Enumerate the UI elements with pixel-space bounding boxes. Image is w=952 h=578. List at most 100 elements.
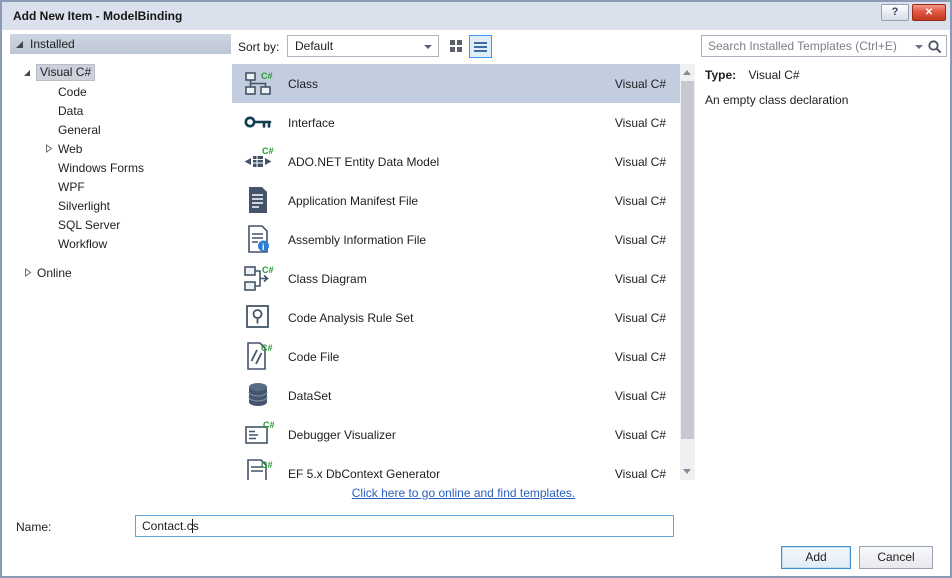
tree-node-label: Silverlight	[58, 199, 110, 213]
medium-icons-view-button[interactable]	[445, 35, 468, 58]
type-value: Visual C#	[748, 68, 799, 82]
tree-node-label: Visual C#	[36, 64, 95, 81]
chevron-down-icon[interactable]	[915, 45, 923, 49]
template-row-dbcontext-generator[interactable]: C# EF 5.x DbContext Generator Visual C#	[232, 454, 680, 480]
search-box	[701, 35, 947, 57]
sort-by-label: Sort by:	[238, 40, 279, 54]
interface-icon	[242, 106, 274, 138]
tree-node-online[interactable]: Online	[10, 263, 231, 282]
tree-node-label: Web	[58, 142, 82, 156]
svg-text:C#: C#	[262, 146, 274, 156]
template-name: Assembly Information File	[288, 233, 426, 247]
tree-node-label: Windows Forms	[58, 161, 144, 175]
dataset-icon	[242, 379, 274, 411]
template-language: Visual C#	[615, 350, 666, 364]
sort-by-value: Default	[295, 39, 333, 53]
name-label: Name:	[16, 520, 51, 534]
installed-label: Installed	[30, 37, 75, 51]
template-name: Class	[288, 77, 318, 91]
search-input[interactable]	[702, 36, 946, 56]
chevron-down-icon	[424, 45, 432, 49]
template-row-interface[interactable]: Interface Visual C#	[232, 103, 680, 142]
template-row-assembly-info[interactable]: i Assembly Information File Visual C#	[232, 220, 680, 259]
titlebar[interactable]: Add New Item - ModelBinding ? ✕	[2, 2, 950, 30]
tree-node-label: General	[58, 123, 101, 137]
template-name: Application Manifest File	[288, 194, 418, 208]
class-diagram-icon: C#	[242, 262, 274, 294]
tree-node-label: Code	[58, 85, 87, 99]
template-language: Visual C#	[615, 233, 666, 247]
cancel-button[interactable]: Cancel	[859, 546, 933, 569]
tree-node-wpf[interactable]: WPF	[10, 177, 231, 196]
collapsed-triangle-icon	[45, 144, 53, 153]
search-icon[interactable]	[927, 39, 943, 55]
template-language: Visual C#	[615, 77, 666, 91]
tree-node-visual-csharp[interactable]: Visual C#	[10, 63, 231, 82]
tree-node-installed[interactable]: Installed	[10, 34, 231, 54]
template-row-application-manifest[interactable]: Application Manifest File Visual C#	[232, 181, 680, 220]
template-type-row: Type: Visual C#	[705, 68, 800, 82]
list-view-button[interactable]	[469, 35, 492, 58]
svg-text:i: i	[262, 242, 265, 252]
collapsed-triangle-icon	[24, 268, 32, 277]
tree-node-data[interactable]: Data	[10, 101, 231, 120]
assembly-info-icon: i	[242, 223, 274, 255]
template-row-dataset[interactable]: DataSet Visual C#	[232, 376, 680, 415]
template-language: Visual C#	[615, 467, 666, 480]
category-tree: Installed Visual C# Code Data General We…	[10, 34, 231, 282]
svg-text:C#: C#	[261, 71, 273, 81]
tree-node-sql-server[interactable]: SQL Server	[10, 215, 231, 234]
template-row-code-analysis-rule-set[interactable]: Code Analysis Rule Set Visual C#	[232, 298, 680, 337]
code-file-icon: C#	[242, 340, 274, 372]
tree-node-workflow[interactable]: Workflow	[10, 234, 231, 253]
add-new-item-dialog: Add New Item - ModelBinding ? ✕ Installe…	[0, 0, 952, 578]
application-manifest-icon	[242, 184, 274, 216]
template-rows: C# Class Visual C# Interface Visual C#	[232, 64, 680, 480]
tree-node-code[interactable]: Code	[10, 82, 231, 101]
tree-items: Visual C# Code Data General Web Windows …	[10, 54, 231, 282]
tree-node-label: WPF	[58, 180, 85, 194]
tree-node-web[interactable]: Web	[10, 139, 231, 158]
add-button[interactable]: Add	[781, 546, 851, 569]
template-name: Code Analysis Rule Set	[288, 311, 413, 325]
template-language: Visual C#	[615, 389, 666, 403]
online-templates-link[interactable]: Click here to go online and find templat…	[232, 486, 695, 500]
tree-node-windows-forms[interactable]: Windows Forms	[10, 158, 231, 177]
tree-node-label: Data	[58, 104, 83, 118]
template-name: ADO.NET Entity Data Model	[288, 155, 439, 169]
template-language: Visual C#	[615, 311, 666, 325]
window-title: Add New Item - ModelBinding	[13, 9, 182, 23]
text-caret	[192, 519, 193, 533]
template-row-code-file[interactable]: C# Code File Visual C#	[232, 337, 680, 376]
sort-by-dropdown[interactable]: Default	[287, 35, 439, 57]
vertical-scrollbar[interactable]	[680, 64, 695, 480]
template-row-class[interactable]: C# Class Visual C#	[232, 64, 680, 103]
tree-node-silverlight[interactable]: Silverlight	[10, 196, 231, 215]
help-button[interactable]: ?	[881, 4, 909, 21]
close-button[interactable]: ✕	[912, 4, 946, 21]
template-name: Debugger Visualizer	[288, 428, 396, 442]
type-label: Type:	[705, 68, 736, 82]
svg-text:C#: C#	[261, 460, 273, 470]
list-view-icon	[474, 42, 487, 44]
scroll-up-icon[interactable]	[683, 70, 691, 75]
template-row-debugger-visualizer[interactable]: C# Debugger Visualizer Visual C#	[232, 415, 680, 454]
tree-node-general[interactable]: General	[10, 120, 231, 139]
svg-text:C#: C#	[261, 343, 273, 353]
template-name: Code File	[288, 350, 339, 364]
name-field-wrap	[135, 515, 674, 537]
expanded-triangle-icon	[24, 70, 30, 76]
template-row-entity-data-model[interactable]: C# ADO.NET Entity Data Model Visual C#	[232, 142, 680, 181]
name-input[interactable]	[136, 516, 673, 536]
template-description: An empty class declaration	[705, 93, 848, 107]
template-row-class-diagram[interactable]: C# Class Diagram Visual C#	[232, 259, 680, 298]
window-buttons: ? ✕	[881, 4, 946, 21]
template-name: EF 5.x DbContext Generator	[288, 467, 440, 480]
scroll-down-icon[interactable]	[683, 469, 691, 474]
template-language: Visual C#	[615, 194, 666, 208]
template-name: DataSet	[288, 389, 331, 403]
svg-text:C#: C#	[262, 265, 274, 275]
scrollbar-thumb[interactable]	[681, 81, 694, 439]
code-analysis-icon	[242, 301, 274, 333]
template-language: Visual C#	[615, 116, 666, 130]
